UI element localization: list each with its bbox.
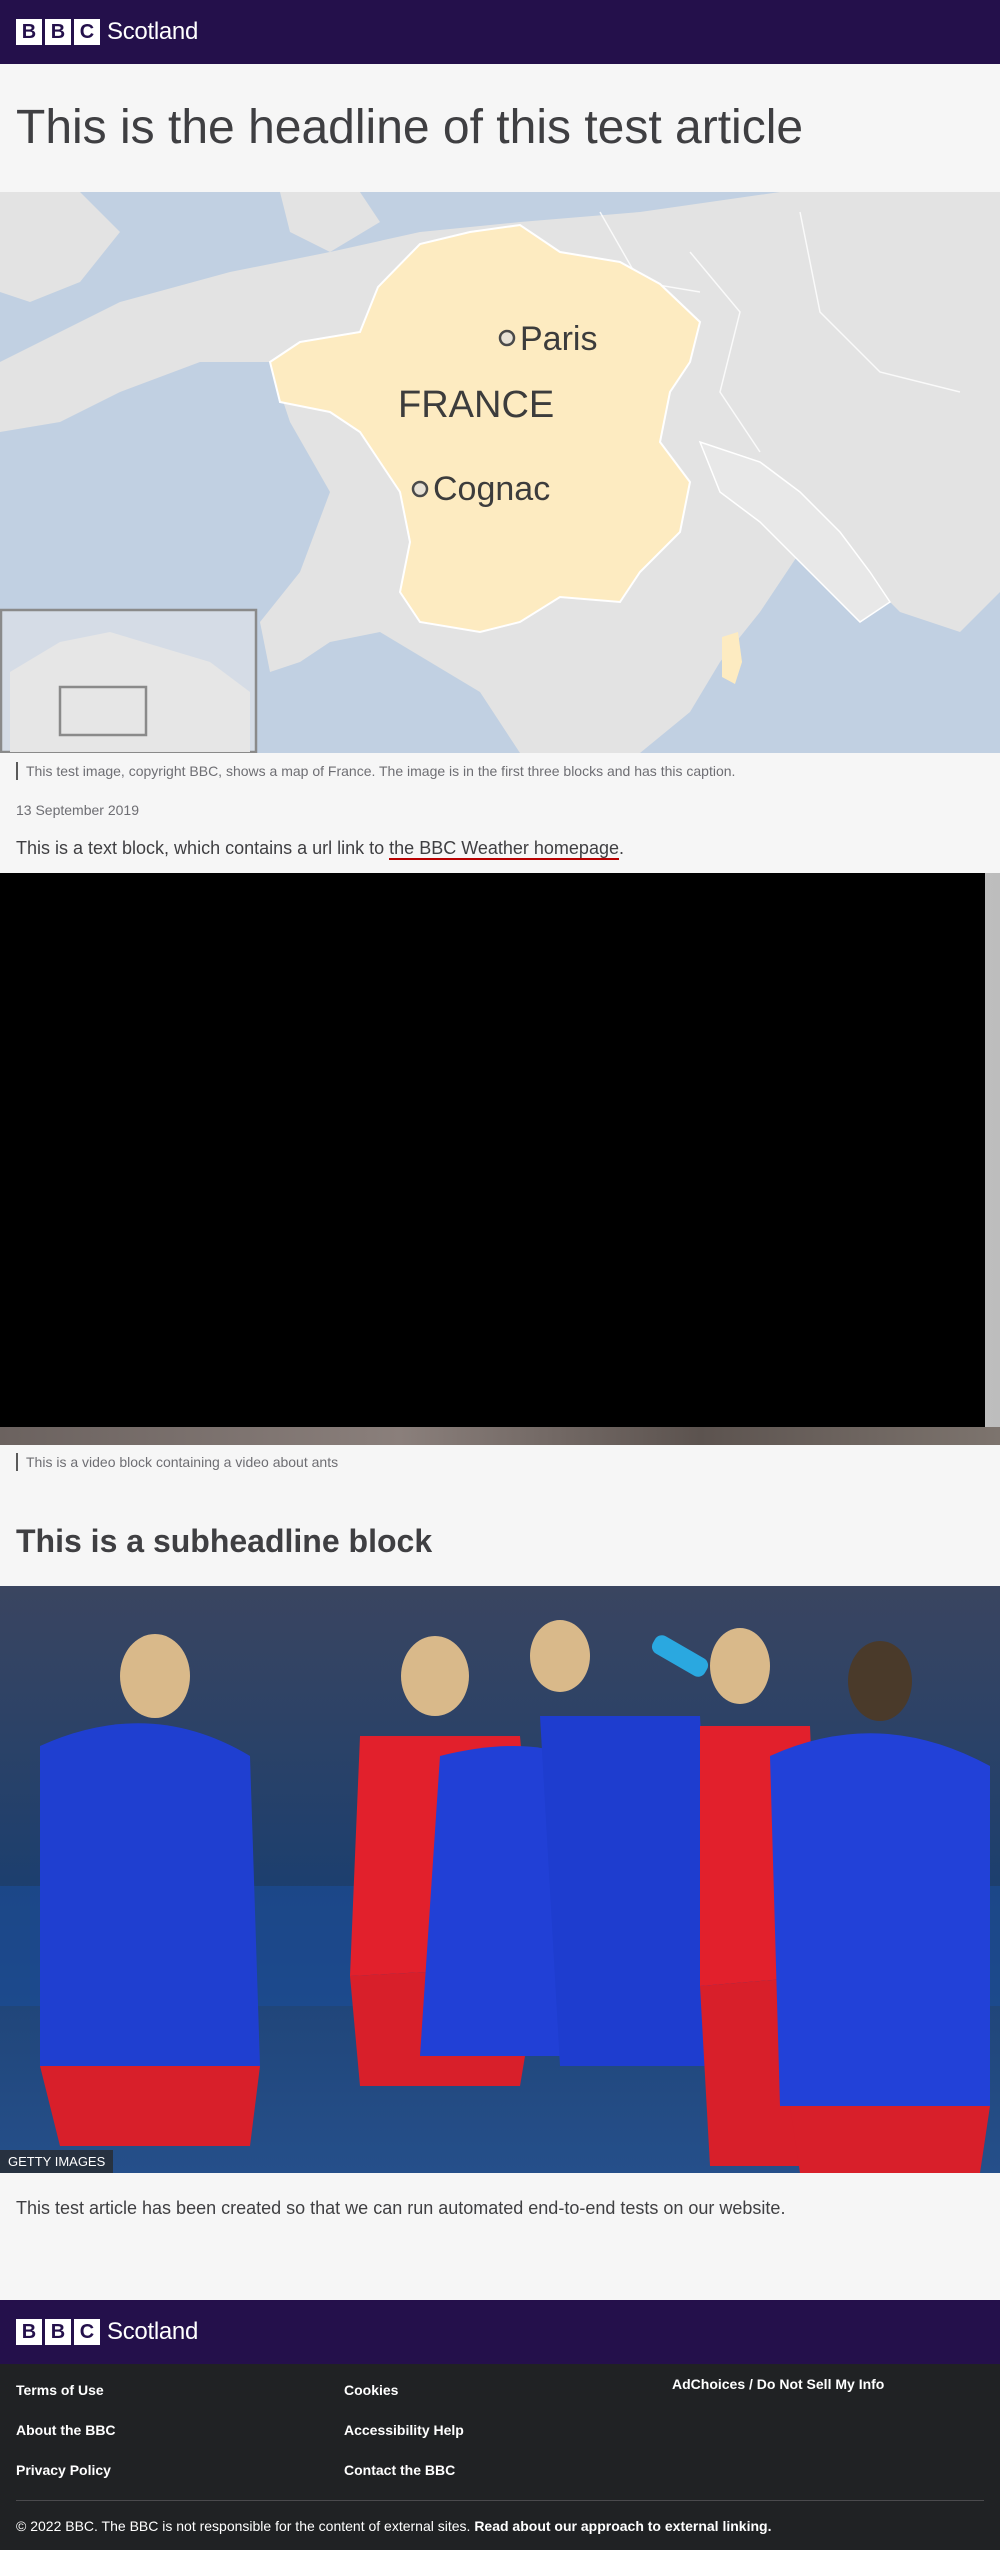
footer-bbc-blocks: B B C — [16, 2319, 100, 2345]
article-date: 13 September 2019 — [16, 802, 139, 818]
closing-paragraph: This test article has been created so th… — [16, 2198, 786, 2218]
text-before-link: This is a text block, which contains a u… — [16, 838, 390, 858]
bbc-block-3: C — [74, 19, 100, 45]
map-image: Paris FRANCE Cognac — [0, 192, 1000, 753]
external-linking-link[interactable]: Read about our approach to external link… — [474, 2518, 771, 2534]
copyright-text: © 2022 BBC. The BBC is not responsible f… — [16, 2518, 471, 2534]
footer-link-adchoices[interactable]: AdChoices / Do Not Sell My Info — [672, 2376, 884, 2392]
bbc-weather-link[interactable]: the BBC Weather homepage — [389, 838, 619, 860]
map-label-cognac: Cognac — [433, 470, 550, 508]
footer-link-cookies[interactable]: Cookies — [344, 2382, 398, 2398]
footer-bbc-block-2: B — [45, 2319, 71, 2345]
bbc-block-1: B — [16, 19, 42, 45]
footer-copyright: © 2022 BBC. The BBC is not responsible f… — [16, 2518, 771, 2534]
map-label-paris: Paris — [520, 320, 597, 358]
brand-name: Scotland — [107, 18, 198, 45]
footer-brand-band: B B C Scotland — [0, 2300, 1000, 2364]
footer-link-privacy[interactable]: Privacy Policy — [16, 2462, 111, 2478]
map-illustration: Paris FRANCE Cognac — [0, 192, 1000, 753]
football-photo: GETTY IMAGES — [0, 1586, 1000, 2173]
page-title: This is the headline of this test articl… — [16, 101, 804, 154]
video-poster-strip — [0, 1427, 1000, 1445]
footer-link-about[interactable]: About the BBC — [16, 2422, 116, 2438]
map-label-france: FRANCE — [398, 384, 554, 426]
footer-bbc-block-1: B — [16, 2319, 42, 2345]
map-caption: This test image, copyright BBC, shows a … — [16, 762, 735, 780]
bbc-scotland-logo[interactable]: B B C Scotland — [16, 19, 198, 45]
video-player[interactable] — [0, 873, 985, 1427]
bbc-block-2: B — [45, 19, 71, 45]
video-caption: This is a video block containing a video… — [16, 1453, 338, 1471]
site-footer: B B C Scotland Terms of Use About the BB… — [0, 2300, 1000, 2550]
footer-link-accessibility[interactable]: Accessibility Help — [344, 2422, 464, 2438]
photo-illustration — [0, 1586, 1000, 2173]
footer-link-terms[interactable]: Terms of Use — [16, 2382, 104, 2398]
bbc-blocks: B B C — [16, 19, 100, 45]
text-block: This is a text block, which contains a u… — [16, 836, 624, 860]
footer-bbc-scotland-logo[interactable]: B B C Scotland — [16, 2319, 198, 2345]
footer-divider — [16, 2500, 984, 2501]
footer-bbc-block-3: C — [74, 2319, 100, 2345]
footer-brand-name: Scotland — [107, 2318, 198, 2345]
subheadline: This is a subheadline block — [16, 1523, 433, 1559]
video-block — [0, 873, 1000, 1445]
photo-credit: GETTY IMAGES — [0, 2150, 114, 2173]
footer-link-contact[interactable]: Contact the BBC — [344, 2462, 455, 2478]
text-after-link: . — [618, 838, 624, 858]
masthead: B B C Scotland — [0, 0, 1000, 64]
